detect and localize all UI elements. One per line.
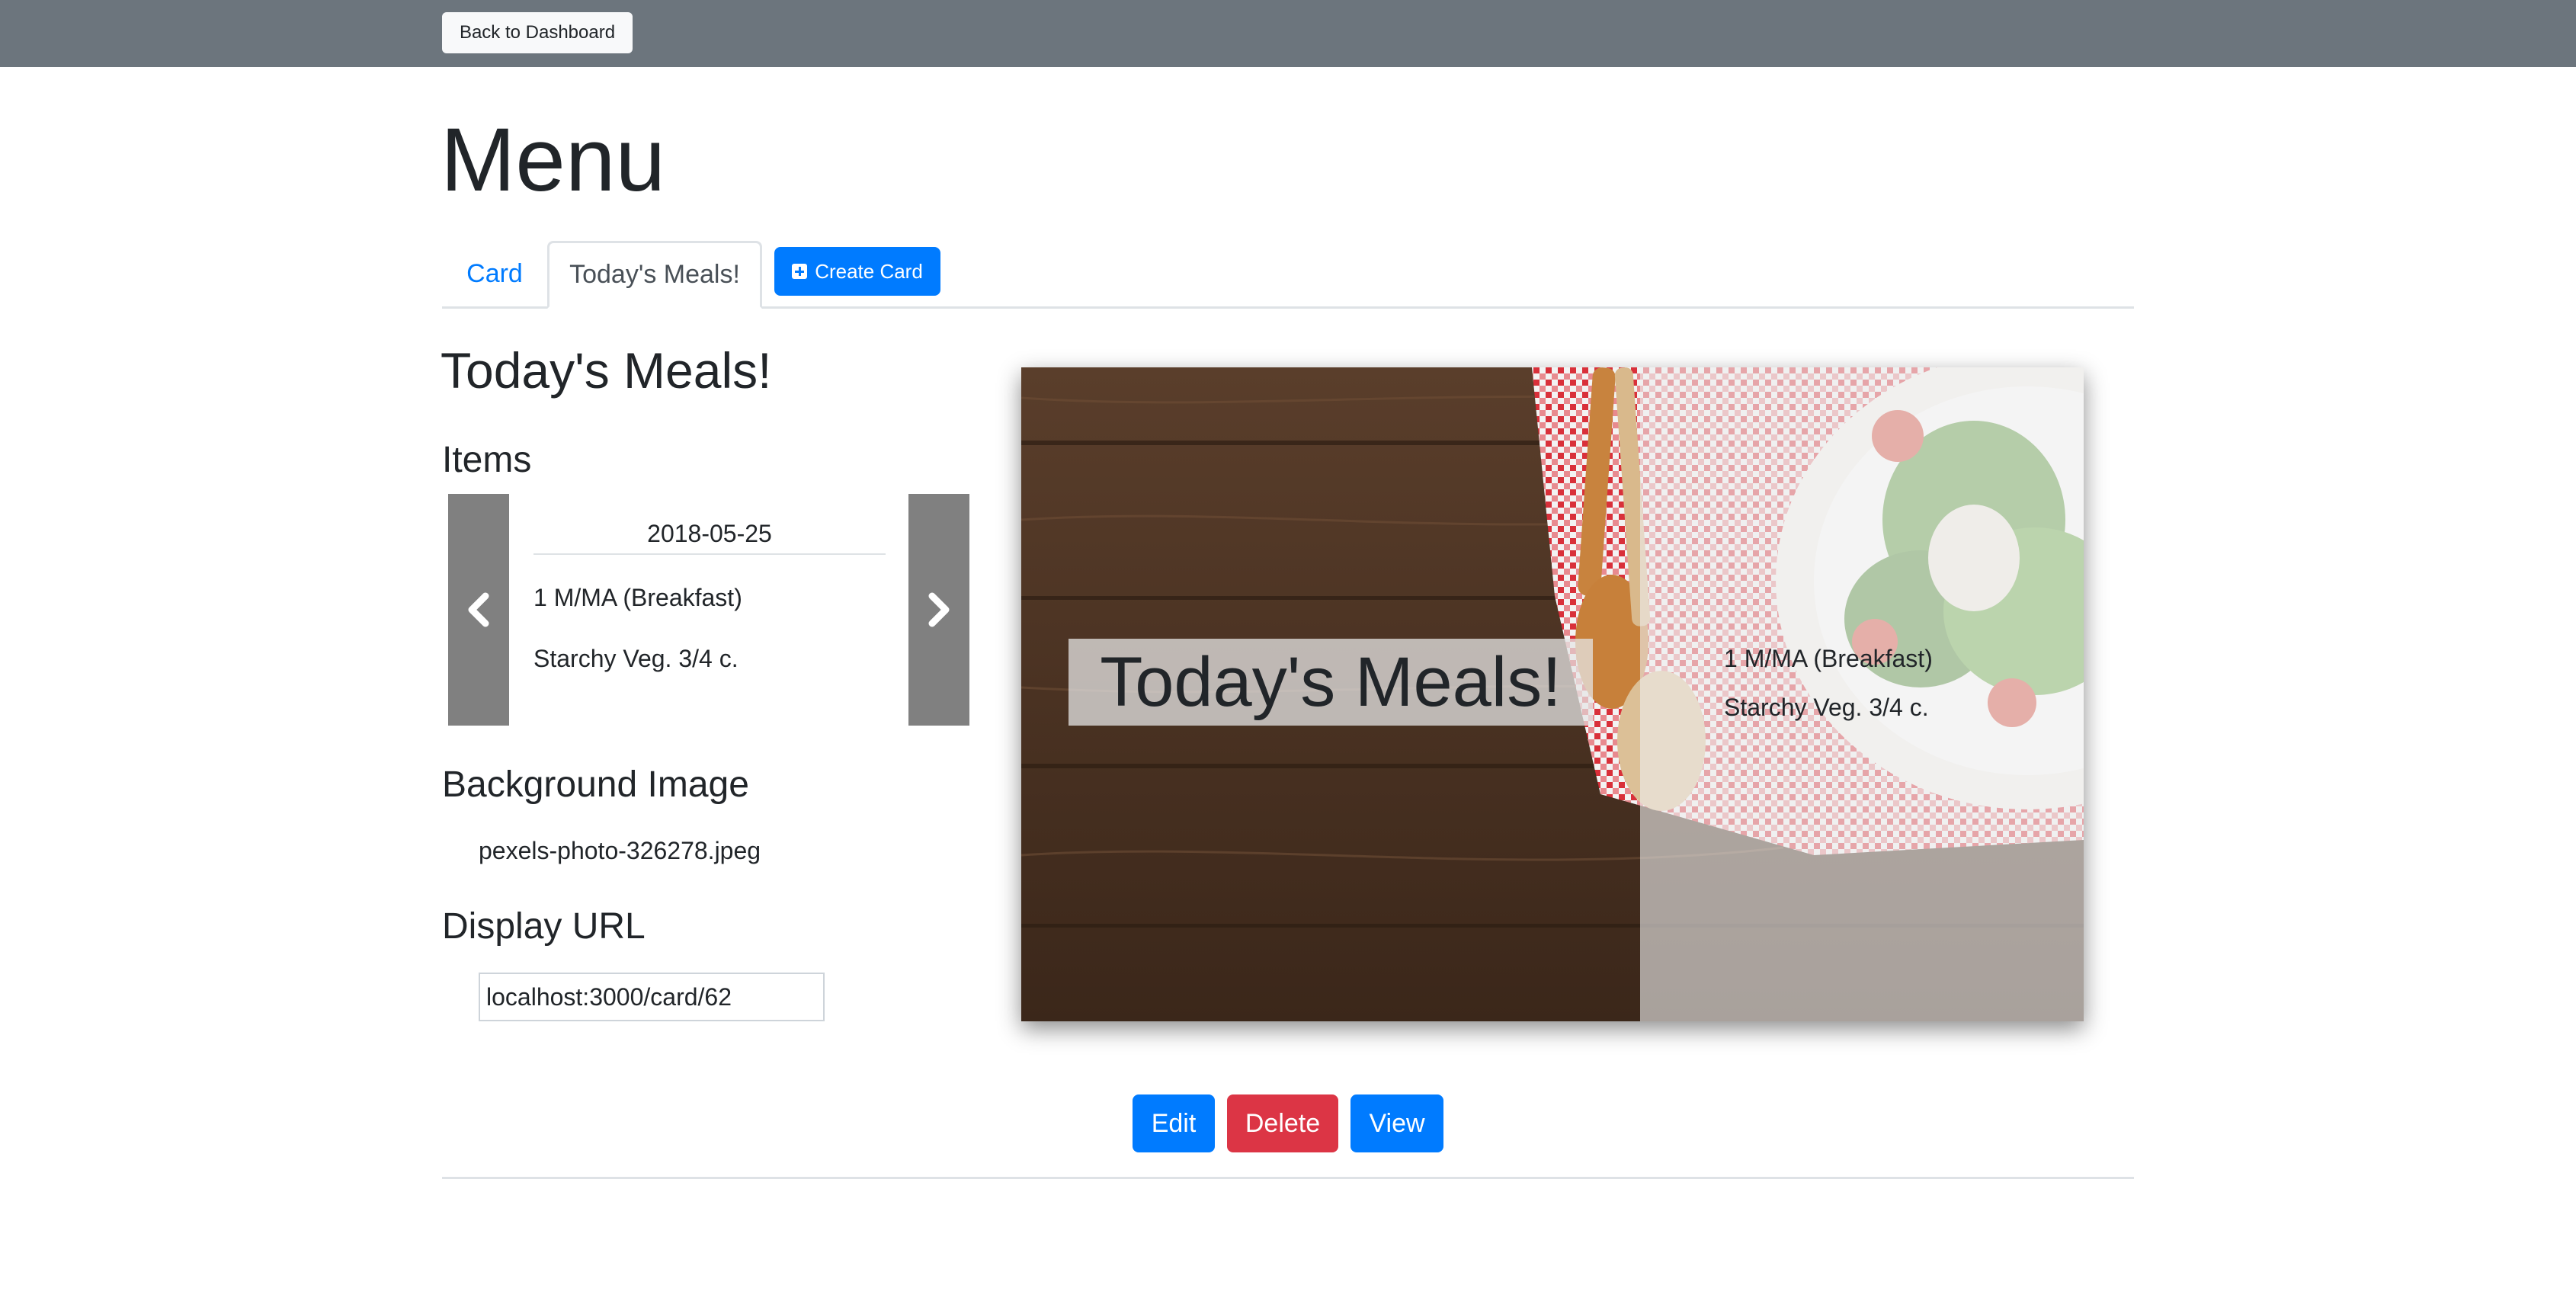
slide-item: Starchy Veg. 3/4 c.: [533, 645, 739, 672]
tab-bar: Card Today's Meals!: [442, 241, 2134, 309]
slide-date: 2018-05-25: [533, 514, 886, 555]
edit-button[interactable]: Edit: [1133, 1094, 1215, 1152]
view-button[interactable]: View: [1350, 1094, 1443, 1152]
slide-item: 1 M/MA (Breakfast): [533, 584, 742, 611]
top-navbar: Back to Dashboard: [0, 0, 2576, 67]
card-title: Today's Meals!: [441, 342, 772, 399]
tab-card[interactable]: Card: [442, 241, 547, 306]
carousel-next-button[interactable]: [908, 494, 969, 726]
preview-title: Today's Meals!: [1069, 639, 1593, 726]
page-title: Menu: [441, 110, 666, 210]
delete-button[interactable]: Delete: [1227, 1094, 1338, 1152]
background-image-heading: Background Image: [442, 764, 749, 805]
chevron-right-icon: [928, 592, 950, 627]
card-preview: Today's Meals! 1 M/MA (Breakfast) Starch…: [1021, 367, 2084, 1021]
items-heading: Items: [442, 440, 532, 480]
preview-item: 1 M/MA (Breakfast): [1724, 645, 1933, 672]
display-url-heading: Display URL: [442, 906, 646, 947]
create-card-button[interactable]: Create Card: [774, 247, 940, 296]
create-card-label: Create Card: [815, 259, 923, 283]
back-to-dashboard-button[interactable]: Back to Dashboard: [442, 12, 633, 53]
display-url-field[interactable]: [479, 973, 825, 1021]
plus-square-icon: [792, 264, 808, 279]
chevron-left-icon: [468, 592, 489, 627]
preview-item: Starchy Veg. 3/4 c.: [1724, 694, 1929, 721]
carousel-prev-button[interactable]: [448, 494, 509, 726]
divider: [442, 1177, 2134, 1179]
tab-todays-meals[interactable]: Today's Meals!: [547, 241, 762, 309]
background-image-filename: pexels-photo-326278.jpeg: [479, 837, 761, 864]
